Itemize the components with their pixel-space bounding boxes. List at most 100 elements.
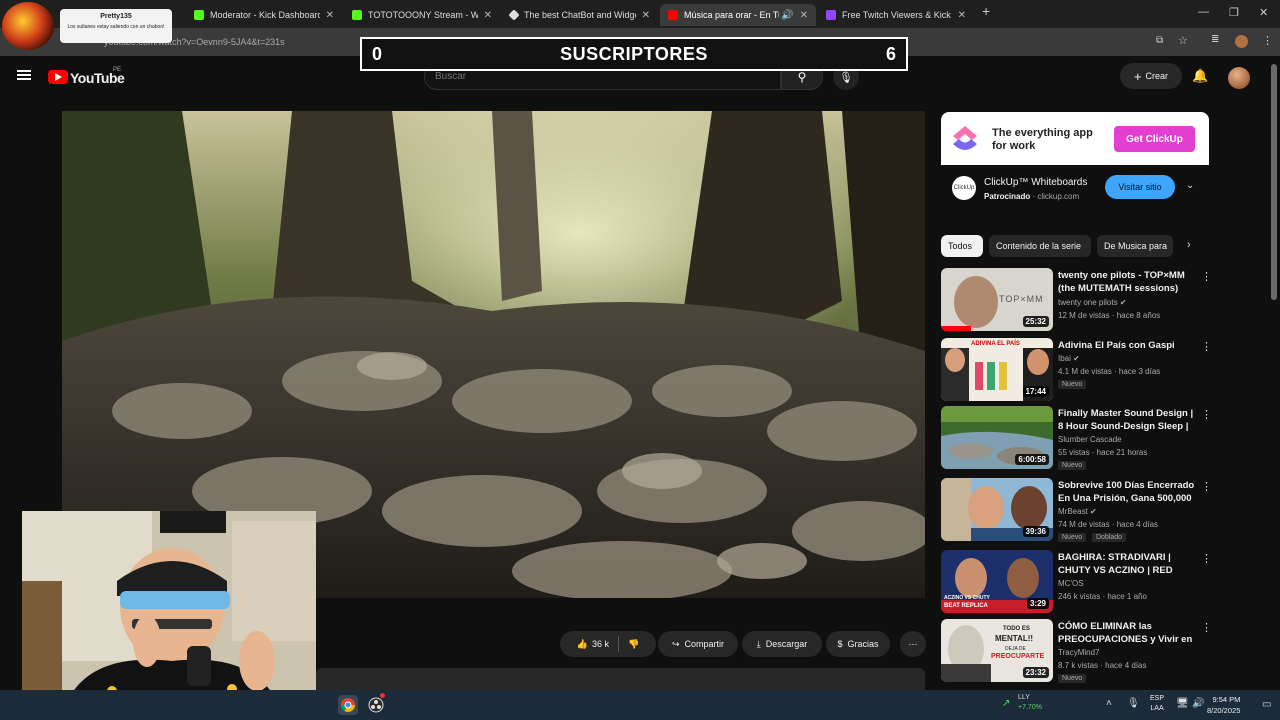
- account-avatar[interactable]: [1228, 67, 1250, 89]
- share-button[interactable]: ↪ Compartir: [658, 631, 738, 657]
- profile-avatar[interactable]: [1235, 35, 1248, 48]
- thumbnail-text: ACZINO VS CHUTY: [944, 595, 990, 601]
- new-badge: Nuevo: [1058, 533, 1087, 542]
- channel-name[interactable]: MrBeast ✔: [1058, 507, 1097, 516]
- description-box[interactable]: [316, 668, 925, 690]
- reading-list-icon[interactable]: ≣: [1211, 34, 1219, 45]
- chevron-up-icon[interactable]: ˄: [1106, 698, 1112, 709]
- kebab-menu-icon[interactable]: ⋮: [1201, 340, 1212, 353]
- recommended-video[interactable]: ACZINO VS CHUTY BEAT REPLICA 3:29 BAGHIR…: [941, 550, 1212, 614]
- chip-series-content[interactable]: Contenido de la serie: [989, 235, 1091, 257]
- video-duration: 17:44: [1022, 386, 1049, 397]
- notifications-bell-icon[interactable]: 🔔: [1192, 68, 1208, 84]
- stock-trend-icon: ↗: [1002, 698, 1011, 709]
- filter-chips: Todos Contenido de la serie De Musica pa…: [941, 235, 1209, 257]
- more-actions-button[interactable]: ⋯: [900, 631, 926, 657]
- dislike-button[interactable]: 👎: [628, 639, 639, 650]
- chevron-down-icon[interactable]: ⌄: [1186, 180, 1194, 191]
- bookmark-star-icon[interactable]: ☆: [1178, 34, 1188, 47]
- obs-taskbar-icon[interactable]: [366, 693, 386, 715]
- channel-name[interactable]: TracyMind7: [1058, 648, 1100, 657]
- close-icon[interactable]: ✕: [484, 10, 492, 21]
- input-language[interactable]: ESP LAA: [1150, 694, 1164, 714]
- video-thumbnail[interactable]: 39:36: [941, 478, 1053, 541]
- video-thumbnail[interactable]: ACZINO VS CHUTY BEAT REPLICA 3:29: [941, 550, 1053, 613]
- download-button[interactable]: ⤓ Descargar: [742, 631, 822, 657]
- recommended-video[interactable]: TOP×MM 25:32 twenty one pilots - TOP×MM …: [941, 268, 1212, 332]
- video-title[interactable]: Finally Master Sound Design | 8 Hour Sou…: [1058, 407, 1198, 433]
- recommended-video[interactable]: ADIVINA EL PAÍS 17:44 Adivina El País co…: [941, 338, 1212, 402]
- close-icon[interactable]: ✕: [958, 10, 966, 21]
- speaker-icon[interactable]: 🔊: [781, 10, 793, 21]
- scrollbar-thumb[interactable]: [1271, 64, 1277, 300]
- close-icon[interactable]: ✕: [800, 10, 808, 21]
- video-thumbnail[interactable]: ADIVINA EL PAÍS 17:44: [941, 338, 1053, 401]
- recommended-video[interactable]: 6:00:58 Finally Master Sound Design | 8 …: [941, 406, 1212, 470]
- browser-menu-icon[interactable]: ⋮: [1262, 34, 1273, 47]
- new-badge: Nuevo: [1058, 380, 1087, 389]
- like-button[interactable]: 👍 36 k: [577, 639, 609, 650]
- video-title[interactable]: twenty one pilots - TOP×MM (the MUTEMATH…: [1058, 269, 1198, 295]
- kebab-menu-icon[interactable]: ⋮: [1201, 552, 1212, 565]
- close-icon[interactable]: ✕: [642, 10, 650, 21]
- browser-tab-kick-stream[interactable]: TOTOTOOONY Stream - Watch ✕: [344, 4, 500, 26]
- share-label: Compartir: [684, 639, 725, 649]
- thumbnail-text: PREOCUPARTE: [991, 653, 1045, 660]
- ad-cta-button[interactable]: Get ClickUp: [1114, 126, 1195, 152]
- volume-icon[interactable]: 🔊: [1192, 698, 1204, 709]
- twitch-icon: [826, 10, 836, 20]
- sponsored-ad[interactable]: The everything app for work Get ClickUp …: [941, 112, 1209, 213]
- video-thumbnail[interactable]: TODO ES MENTAL!! DEJA DE PREOCUPARTE 23:…: [941, 619, 1053, 682]
- network-icon[interactable]: 🖥: [1176, 698, 1189, 709]
- recommended-video[interactable]: TODO ES MENTAL!! DEJA DE PREOCUPARTE 23:…: [941, 619, 1212, 683]
- recommended-video[interactable]: 39:36 Sobrevive 100 Días Encerrado En Un…: [941, 478, 1212, 542]
- system-clock[interactable]: 9:54 PM 8/20/2025: [1207, 694, 1240, 716]
- stock-ticker-widget[interactable]: LLY +7.70%: [1018, 693, 1042, 713]
- video-thumbnail[interactable]: 6:00:58: [941, 406, 1053, 469]
- browser-tab-youtube[interactable]: Música para orar - En Tu p 🔊 ✕: [660, 4, 816, 26]
- ad-advertiser-icon: ClickUp: [952, 176, 976, 200]
- ad-banner[interactable]: The everything app for work Get ClickUp: [941, 112, 1209, 165]
- chevron-right-icon[interactable]: ›: [1187, 239, 1191, 251]
- kebab-menu-icon[interactable]: ⋮: [1201, 480, 1212, 493]
- video-meta: 8.7 k vistas · hace 4 días: [1058, 661, 1147, 670]
- channel-name[interactable]: Ibai ✔: [1058, 354, 1080, 363]
- channel-name[interactable]: twenty one pilots ✔: [1058, 298, 1127, 307]
- video-duration: 6:00:58: [1015, 454, 1049, 465]
- channel-name[interactable]: MC'OS: [1058, 579, 1084, 588]
- maximize-button[interactable]: ❐: [1229, 6, 1239, 19]
- visit-site-button[interactable]: Visitar sitio: [1105, 175, 1175, 199]
- install-icon[interactable]: ⧉: [1156, 35, 1163, 46]
- page-scrollbar[interactable]: [1271, 60, 1277, 688]
- chip-todos[interactable]: Todos: [941, 235, 983, 257]
- microphone-tray-icon[interactable]: 🎙: [1127, 698, 1140, 709]
- thanks-button[interactable]: $ Gracias: [826, 631, 890, 657]
- new-tab-button[interactable]: +: [982, 3, 990, 19]
- kebab-menu-icon[interactable]: ⋮: [1201, 408, 1212, 421]
- channel-name[interactable]: Slumber Cascade: [1058, 435, 1122, 444]
- chrome-taskbar-icon[interactable]: [338, 695, 358, 715]
- video-thumbnail[interactable]: TOP×MM 25:32: [941, 268, 1053, 331]
- chip-music[interactable]: De Musica para: [1097, 235, 1173, 257]
- video-title[interactable]: CÓMO ELIMINAR las PREOCUPACIONES y Vivir…: [1058, 620, 1198, 646]
- create-button[interactable]: + Crear: [1120, 63, 1182, 89]
- browser-tab-twitch-viewers[interactable]: Free Twitch Viewers & Kick Vie ✕: [818, 4, 974, 26]
- youtube-logo-icon[interactable]: [48, 70, 68, 84]
- sub-current-count: 0: [372, 43, 383, 64]
- minimize-button[interactable]: —: [1198, 6, 1209, 18]
- ad-title[interactable]: ClickUp™ Whiteboards: [984, 177, 1087, 188]
- notifications-icon[interactable]: ▭: [1262, 699, 1271, 710]
- video-title[interactable]: Adivina El País con Gaspi: [1058, 339, 1198, 352]
- browser-tab-chatbot[interactable]: The best ChatBot and Widgets ✕: [502, 4, 658, 26]
- browser-tab-kick-dashboard[interactable]: Moderator - Kick Dashboard ✕: [186, 4, 342, 26]
- create-label: Crear: [1145, 71, 1169, 81]
- kebab-menu-icon[interactable]: ⋮: [1201, 621, 1212, 634]
- kebab-menu-icon[interactable]: ⋮: [1201, 270, 1212, 283]
- close-icon[interactable]: ✕: [326, 10, 334, 21]
- hamburger-menu-icon[interactable]: [17, 70, 31, 80]
- video-title[interactable]: Sobrevive 100 Días Encerrado En Una Pris…: [1058, 479, 1198, 505]
- video-title[interactable]: BAGHIRA: STRADIVARI | CHUTY VS ACZINO | …: [1058, 551, 1198, 577]
- close-window-button[interactable]: ✕: [1259, 6, 1268, 19]
- video-duration: 23:32: [1022, 667, 1049, 678]
- tab-label: The best ChatBot and Widgets: [524, 10, 636, 20]
